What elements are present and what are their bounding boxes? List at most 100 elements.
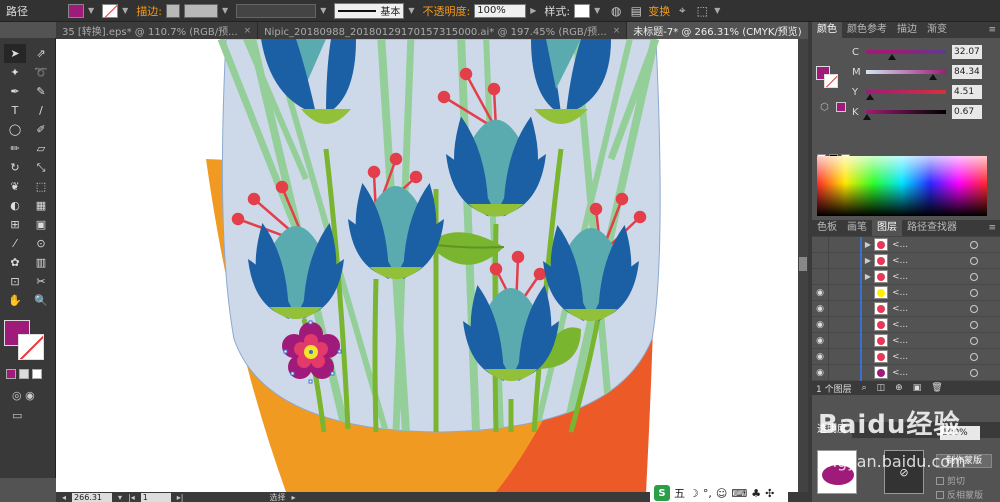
lock-toggle[interactable] bbox=[828, 284, 844, 301]
chevron-down-icon[interactable]: ▼ bbox=[222, 6, 228, 15]
clip-checkbox[interactable] bbox=[936, 476, 944, 485]
vertical-scrollbar[interactable] bbox=[798, 39, 808, 492]
symbol-sprayer-tool-icon[interactable]: ✿ bbox=[4, 253, 26, 272]
channel-value[interactable]: 0.67 bbox=[952, 105, 982, 119]
gradient-mode-swatch[interactable] bbox=[19, 369, 29, 379]
make-mask-button[interactable]: 制作蒙版 bbox=[936, 454, 992, 468]
channel-value[interactable]: 4.51 bbox=[952, 85, 982, 99]
chevron-right-icon[interactable]: ▶ bbox=[530, 6, 536, 15]
chevron-down-icon[interactable]: ▼ bbox=[714, 6, 720, 15]
first-page-icon[interactable]: |◂ bbox=[128, 493, 135, 502]
target-circle-icon[interactable] bbox=[970, 288, 978, 297]
visibility-eye-icon[interactable]: ◉ bbox=[812, 285, 828, 301]
document-tab[interactable]: Nipic_20180988_20180129170157315000.ai* … bbox=[258, 22, 628, 39]
visibility-eye-icon[interactable]: ◉ bbox=[812, 365, 828, 381]
invert-mask-checkbox[interactable] bbox=[936, 490, 944, 499]
direct-selection-tool-icon[interactable]: ⇗ bbox=[30, 44, 52, 63]
expand-triangle-icon[interactable]: ▶ bbox=[862, 240, 874, 249]
new-sublayer-icon[interactable]: ⊕ bbox=[895, 383, 903, 393]
pencil-tool-icon[interactable]: ✏ bbox=[4, 139, 26, 158]
expand-triangle-icon[interactable]: ▶ bbox=[862, 256, 874, 265]
document-tab[interactable]: 未标题-7* @ 266.31% (CMYK/预览)× bbox=[627, 22, 823, 39]
slice-tool-icon[interactable]: ✂ bbox=[30, 272, 52, 291]
stroke-box[interactable] bbox=[18, 334, 44, 360]
layer-name[interactable]: <... bbox=[892, 336, 942, 346]
stroke-label[interactable]: 描边: bbox=[136, 3, 162, 19]
magic-wand-tool-icon[interactable]: ✦ bbox=[4, 63, 26, 82]
last-page-icon[interactable]: ▸| bbox=[177, 493, 184, 502]
target-circle-icon[interactable] bbox=[970, 368, 978, 377]
visibility-eye-icon[interactable]: ◉ bbox=[812, 333, 828, 349]
layer-row[interactable]: ◉ <... bbox=[812, 300, 1000, 317]
layer-name[interactable]: <... bbox=[892, 304, 942, 314]
tab-layers-panel[interactable]: 路径查找器 bbox=[902, 220, 962, 236]
artboard[interactable] bbox=[56, 39, 798, 492]
keyboard-icon[interactable]: ⌨ bbox=[731, 487, 747, 500]
page-field[interactable]: 1 bbox=[140, 492, 171, 502]
color-spectrum[interactable] bbox=[817, 156, 987, 216]
target-circle-icon[interactable] bbox=[970, 272, 978, 281]
fill-swatch[interactable] bbox=[68, 3, 84, 18]
type-tool-icon[interactable]: T bbox=[4, 101, 26, 120]
sogou-logo-icon[interactable]: S bbox=[654, 485, 670, 501]
free-transform-tool-icon[interactable]: ⬚ bbox=[30, 177, 52, 196]
no-mask-icon[interactable]: ⊘ bbox=[884, 450, 924, 494]
channel-slider[interactable] bbox=[862, 110, 946, 120]
lock-toggle[interactable] bbox=[828, 348, 844, 365]
layer-row[interactable]: ▶ <... bbox=[812, 268, 1000, 285]
chevron-down-icon[interactable]: ▼ bbox=[122, 6, 128, 15]
align-icon[interactable]: ▤ bbox=[628, 3, 644, 19]
layer-name[interactable]: <... bbox=[892, 368, 942, 378]
lock-toggle[interactable] bbox=[828, 364, 844, 381]
graphic-style-swatch[interactable] bbox=[574, 3, 591, 18]
lasso-tool-icon[interactable]: ➰ bbox=[30, 63, 52, 82]
isolate-icon[interactable]: ⌖ bbox=[674, 3, 690, 19]
layer-row[interactable]: ◉ <... bbox=[812, 332, 1000, 349]
panel-menu-icon[interactable]: ≡ bbox=[988, 25, 996, 35]
panel-menu-icon[interactable]: ≡ bbox=[988, 223, 996, 233]
channel-slider[interactable] bbox=[866, 90, 946, 100]
blend-tool-icon[interactable]: ⊙ bbox=[30, 234, 52, 253]
recolor-icon[interactable]: ◍ bbox=[608, 3, 624, 19]
layer-row[interactable]: ◉ <... bbox=[812, 364, 1000, 381]
draw-normal-icon[interactable]: ◎ ◉ bbox=[12, 389, 35, 402]
variable-width-dropdown[interactable] bbox=[236, 3, 317, 18]
punctuation-icon[interactable]: °, bbox=[703, 487, 712, 500]
visibility-eye-icon[interactable] bbox=[812, 253, 828, 269]
lock-toggle[interactable] bbox=[828, 236, 844, 253]
make-clip-icon[interactable]: ◫ bbox=[877, 383, 886, 393]
layer-row[interactable]: ◉ <... bbox=[812, 348, 1000, 365]
layer-name[interactable]: <... bbox=[892, 352, 942, 362]
slider-knob[interactable] bbox=[866, 94, 874, 100]
expand-triangle-icon[interactable]: ▶ bbox=[862, 272, 874, 281]
chevron-down-icon[interactable]: ▼ bbox=[594, 6, 600, 15]
close-icon[interactable]: × bbox=[613, 26, 621, 36]
target-circle-icon[interactable] bbox=[970, 320, 978, 329]
layer-name[interactable]: <... bbox=[892, 288, 942, 298]
curvature-tool-icon[interactable]: ✎ bbox=[30, 82, 52, 101]
selection-tool-icon[interactable]: ➤ bbox=[4, 44, 26, 63]
tab-color-panel[interactable]: 颜色参考 bbox=[842, 22, 892, 38]
chevron-down-icon[interactable]: ▼ bbox=[88, 6, 94, 15]
warp-tool-icon[interactable]: ❦ bbox=[4, 177, 26, 196]
perspective-tool-icon[interactable]: ▦ bbox=[30, 196, 52, 215]
emoji-icon[interactable]: ☺ bbox=[716, 487, 727, 500]
none-mode-swatch[interactable] bbox=[32, 369, 42, 379]
tab-color-panel[interactable]: 颜色 bbox=[812, 22, 842, 38]
slider-knob[interactable] bbox=[929, 74, 938, 80]
visibility-eye-icon[interactable]: ◉ bbox=[812, 301, 828, 317]
zoom-tool-icon[interactable]: 🔍 bbox=[30, 291, 52, 310]
lock-toggle[interactable] bbox=[828, 252, 844, 269]
chevron-down-icon[interactable]: ▾ bbox=[118, 493, 122, 502]
color-mode-swatch[interactable] bbox=[6, 369, 16, 379]
layer-name[interactable]: <... bbox=[892, 320, 942, 330]
tab-color-panel[interactable]: 渐变 bbox=[922, 22, 952, 38]
transparency-opacity-field[interactable]: 100% bbox=[940, 426, 980, 440]
shape-builder-tool-icon[interactable]: ◐ bbox=[4, 196, 26, 215]
screen-mode-icon[interactable]: ▭ bbox=[12, 409, 22, 422]
pen-tool-icon[interactable]: ✒ bbox=[4, 82, 26, 101]
channel-value[interactable]: 32.07 bbox=[952, 45, 982, 59]
layer-name[interactable]: <... bbox=[892, 272, 942, 282]
tab-transparency[interactable]: 透明度 bbox=[812, 422, 852, 438]
tab-layers-panel[interactable]: 色板 bbox=[812, 220, 842, 236]
